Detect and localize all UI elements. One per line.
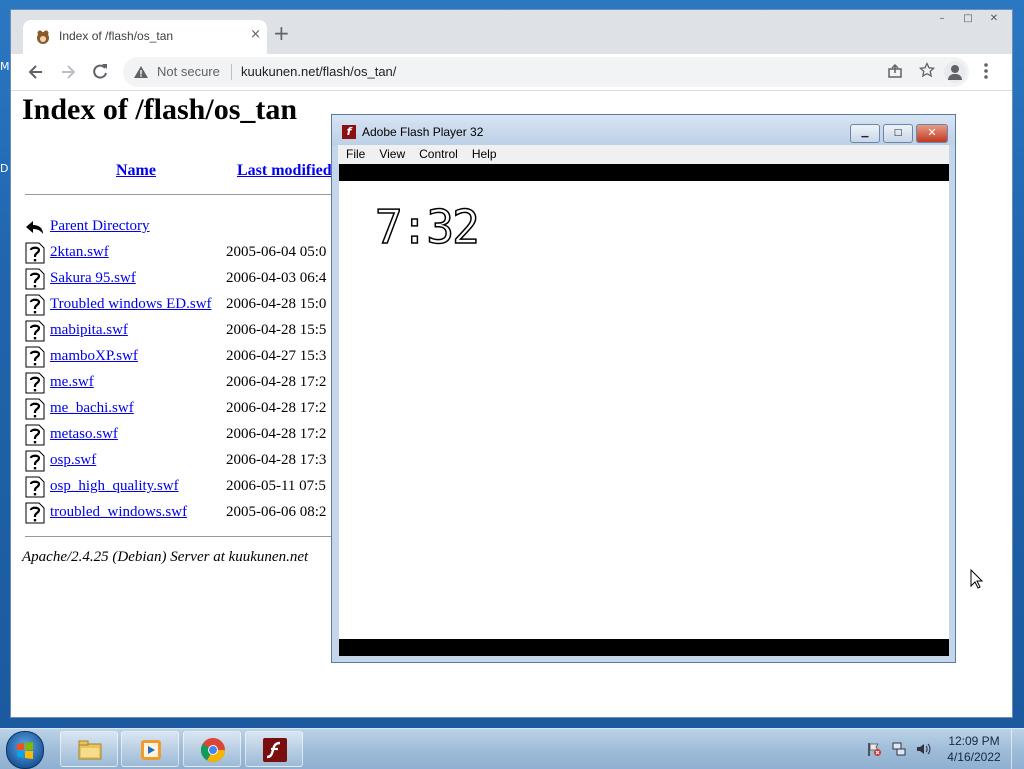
tab-title: Index of /flash/os_tan [59, 29, 174, 43]
unknown-file-icon [25, 372, 45, 394]
file-link[interactable]: Sakura 95.swf [50, 270, 136, 287]
start-button[interactable] [6, 731, 44, 769]
forward-icon[interactable] [58, 62, 78, 82]
file-link[interactable]: 2ktan.swf [50, 244, 109, 261]
unknown-file-icon [25, 242, 45, 264]
menu-view[interactable]: View [379, 145, 405, 164]
flash-maximize-button[interactable]: □ [883, 124, 913, 143]
tab-close-icon[interactable]: × [250, 27, 261, 42]
back-icon[interactable] [26, 62, 46, 82]
chrome-icon [200, 738, 225, 763]
back-arrow-icon [26, 221, 43, 234]
parent-directory-link[interactable]: Parent Directory [50, 218, 150, 235]
file-date: 2005-06-04 05:0 [226, 244, 327, 260]
column-header-name[interactable]: Name [116, 162, 156, 180]
unknown-file-icon [25, 294, 45, 316]
letterbox-top [339, 164, 949, 181]
file-date: 2006-04-28 17:2 [226, 400, 327, 416]
file-date: 2006-04-28 15:0 [226, 296, 327, 312]
security-label[interactable]: Not secure [157, 64, 220, 79]
unknown-file-icon [25, 424, 45, 446]
letterbox-bottom [339, 639, 949, 656]
network-icon[interactable] [891, 741, 907, 757]
share-icon[interactable] [887, 63, 903, 79]
file-link[interactable]: osp.swf [50, 452, 96, 469]
file-link[interactable]: mabipita.swf [50, 322, 128, 339]
new-tab-button[interactable]: + [273, 23, 290, 43]
flash-title-bar[interactable]: f Adobe Flash Player 32 ▁ □ ✕ [332, 115, 955, 145]
desktop-icon-label[interactable]: M [0, 60, 10, 73]
unknown-file-icon [25, 450, 45, 472]
file-date: 2006-04-27 15:3 [226, 348, 327, 364]
browser-toolbar: Not secure kuukunen.net/flash/os_tan/ [11, 54, 1012, 91]
omnibox-separator [231, 64, 232, 80]
minimize-button[interactable]: – [930, 11, 954, 27]
warning-icon[interactable] [133, 64, 149, 80]
unknown-file-icon [25, 346, 45, 368]
bookmark-star-icon[interactable] [919, 62, 935, 78]
file-date: 2006-04-28 17:2 [226, 374, 327, 390]
menu-help[interactable]: Help [472, 145, 497, 164]
flash-stage[interactable]: 7:32 [339, 164, 949, 656]
file-link[interactable]: me.swf [50, 374, 94, 391]
browser-tab[interactable]: Index of /flash/os_tan × [23, 20, 267, 54]
file-link[interactable]: me_bachi.swf [50, 400, 134, 417]
unknown-file-icon [25, 502, 45, 524]
system-clock-time[interactable]: 12:09 PM [938, 734, 1010, 748]
page-title: Index of /flash/os_tan [22, 93, 298, 126]
file-link[interactable]: Troubled windows ED.swf [50, 296, 212, 313]
file-link[interactable]: osp_high_quality.swf [50, 478, 179, 495]
show-desktop-button[interactable] [1011, 729, 1024, 769]
site-favicon-icon [37, 30, 49, 44]
window-controls: – □ ✕ [930, 11, 1006, 27]
taskbar-explorer-button[interactable] [60, 731, 118, 767]
unknown-file-icon [25, 320, 45, 342]
menu-control[interactable]: Control [419, 145, 458, 164]
unknown-file-icon [25, 476, 45, 498]
flash-close-button[interactable]: ✕ [916, 124, 948, 143]
url-text[interactable]: kuukunen.net/flash/os_tan/ [241, 64, 396, 79]
flash-player-window: f Adobe Flash Player 32 ▁ □ ✕ File View Co… [331, 114, 956, 663]
file-link[interactable]: troubled_windows.swf [50, 504, 187, 521]
more-menu-icon[interactable] [978, 61, 994, 81]
system-clock-date[interactable]: 4/16/2022 [938, 750, 1010, 764]
address-bar[interactable]: Not secure kuukunen.net/flash/os_tan/ [123, 57, 969, 87]
taskbar-chrome-button[interactable] [183, 731, 241, 767]
taskbar-flash-button[interactable] [245, 731, 303, 767]
taskbar: 12:09 PM 4/16/2022 [0, 728, 1024, 769]
flash-player-icon [263, 738, 287, 762]
reload-icon[interactable] [90, 62, 110, 82]
folder-icon [78, 740, 102, 760]
flash-logo-icon: f [342, 125, 356, 139]
file-date: 2005-06-06 08:2 [226, 504, 327, 520]
column-header-last-modified[interactable]: Last modified [237, 162, 332, 180]
unknown-file-icon [25, 398, 45, 420]
flash-window-title: Adobe Flash Player 32 [362, 125, 484, 139]
file-date: 2006-04-03 06:4 [226, 270, 327, 286]
flash-clock: 7:32 [374, 199, 480, 255]
flash-menu-bar: File View Control Help [338, 145, 949, 164]
file-link[interactable]: metaso.swf [50, 426, 118, 443]
file-date: 2006-05-11 07:5 [226, 478, 326, 494]
file-date: 2006-04-28 17:3 [226, 452, 327, 468]
flash-minimize-button[interactable]: ▁ [850, 124, 880, 143]
file-date: 2006-04-28 17:2 [226, 426, 327, 442]
server-signature: Apache/2.4.25 (Debian) Server at kuukune… [22, 549, 309, 565]
desktop-icon-label[interactable]: D [0, 162, 8, 175]
maximize-button[interactable]: □ [956, 11, 980, 27]
profile-avatar-icon[interactable] [944, 61, 966, 83]
volume-icon[interactable] [915, 741, 931, 757]
menu-file[interactable]: File [346, 145, 365, 164]
taskbar-media-player-button[interactable] [121, 731, 179, 767]
action-center-flag-icon[interactable] [866, 741, 882, 757]
close-window-button[interactable]: ✕ [982, 11, 1006, 27]
file-date: 2006-04-28 15:5 [226, 322, 327, 338]
windows-logo-icon [17, 742, 33, 759]
unknown-file-icon [25, 268, 45, 290]
tab-strip: Index of /flash/os_tan × + – □ ✕ [11, 10, 1012, 54]
media-player-icon [141, 740, 161, 760]
file-link[interactable]: mamboXP.swf [50, 348, 138, 365]
mouse-cursor-icon [970, 569, 984, 589]
